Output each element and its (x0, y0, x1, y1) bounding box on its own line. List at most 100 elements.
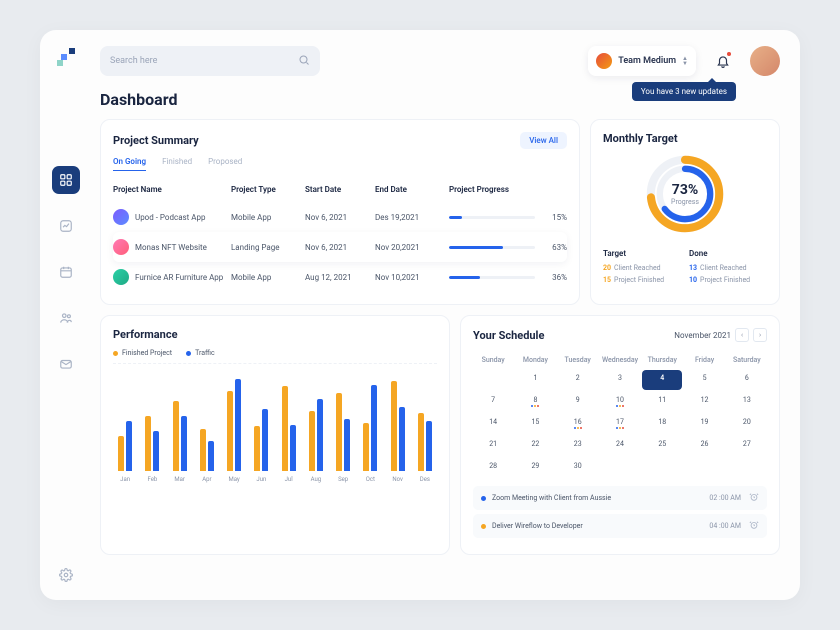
calendar-day[interactable]: 19 (684, 414, 724, 434)
calendar-day[interactable]: 1 (515, 370, 555, 390)
bar-label: Apr (202, 476, 211, 483)
calendar-day[interactable]: 26 (684, 436, 724, 456)
bar (344, 419, 350, 471)
search-input[interactable]: Search here (100, 46, 320, 76)
calendar-day[interactable]: 17 (600, 414, 640, 434)
performance-card: Performance Finished ProjectTraffic JanF… (100, 315, 450, 555)
col-progress: Project Progress (449, 185, 567, 194)
calendar-day[interactable]: 29 (515, 458, 555, 478)
project-start: Nov 6, 2021 (305, 213, 375, 222)
nav-team[interactable] (52, 304, 80, 332)
project-name: Furnice AR Furniture App (135, 273, 223, 282)
nav-settings[interactable] (59, 567, 73, 586)
user-avatar[interactable] (750, 46, 780, 76)
bar-label: Jun (256, 476, 266, 483)
progress-bar (449, 276, 535, 279)
alarm-icon[interactable] (749, 520, 759, 532)
table-row[interactable]: Upod - Podcast AppMobile AppNov 6, 2021D… (113, 202, 567, 232)
view-all-button[interactable]: View All (520, 132, 567, 149)
calendar-day[interactable]: 11 (642, 392, 682, 412)
performance-title: Performance (113, 328, 437, 341)
table-row[interactable]: Monas NFT WebsiteLanding PageNov 6, 2021… (113, 232, 567, 262)
schedule-month: November 2021 (674, 331, 731, 340)
app-frame: Search here Team Medium ▲▼ You have 3 ne… (40, 30, 800, 600)
calendar-day[interactable]: 13 (727, 392, 767, 412)
next-month-button[interactable]: › (753, 328, 767, 342)
bar-label: Mar (174, 476, 185, 483)
calendar-day[interactable]: 27 (727, 436, 767, 456)
bar-group: Sep (331, 371, 355, 483)
calendar-day[interactable]: 14 (473, 414, 513, 434)
bar (181, 416, 187, 471)
legend-item: Traffic (186, 349, 215, 357)
calendar-day[interactable]: 22 (515, 436, 555, 456)
calendar-day[interactable]: 16 (558, 414, 598, 434)
table-row[interactable]: Furnice AR Furniture AppMobile AppAug 12… (113, 262, 567, 292)
calendar-day[interactable]: 20 (727, 414, 767, 434)
alarm-icon[interactable] (749, 492, 759, 504)
team-selector[interactable]: Team Medium ▲▼ (588, 46, 696, 76)
nav-calendar[interactable] (52, 258, 80, 286)
project-end: Nov 10,2021 (375, 273, 449, 282)
calendar-day[interactable]: 25 (642, 436, 682, 456)
calendar-day[interactable]: 10 (600, 392, 640, 412)
tab-proposed[interactable]: Proposed (208, 157, 242, 171)
summary-rows: Upod - Podcast AppMobile AppNov 6, 2021D… (113, 202, 567, 292)
sidebar (40, 30, 92, 600)
calendar-day[interactable]: 30 (558, 458, 598, 478)
bar (418, 413, 424, 471)
calendar-day[interactable]: 8 (515, 392, 555, 412)
project-start: Aug 12, 2021 (305, 273, 375, 282)
calendar-day[interactable]: 5 (684, 370, 724, 390)
calendar-day[interactable]: 7 (473, 392, 513, 412)
calendar-day[interactable]: 24 (600, 436, 640, 456)
nav-dashboard[interactable] (52, 166, 80, 194)
calendar-day[interactable]: 9 (558, 392, 598, 412)
logo (57, 48, 75, 66)
calendar-day (473, 370, 513, 390)
tab-finished[interactable]: Finished (162, 157, 192, 171)
event-title: Zoom Meeting with Client from Aussie (492, 494, 709, 502)
bar-group: Jan (113, 371, 137, 483)
team-avatar (596, 53, 612, 69)
bar-label: Oct (366, 476, 375, 483)
col-project-name: Project Name (113, 185, 231, 194)
notifications-button[interactable] (708, 46, 738, 76)
calendar-day[interactable]: 18 (642, 414, 682, 434)
project-name: Monas NFT Website (135, 243, 207, 252)
calendar-day[interactable]: 12 (684, 392, 724, 412)
event-item[interactable]: Deliver Wireflow to Developer04 :00 AM (473, 514, 767, 538)
calendar-day[interactable]: 21 (473, 436, 513, 456)
calendar-day[interactable]: 6 (727, 370, 767, 390)
bar-group: Nov (386, 371, 410, 483)
bar-label: Des (420, 476, 430, 483)
progress-percent: 63% (543, 243, 567, 252)
bar-group: Aug (304, 371, 328, 483)
calendar-day[interactable]: 23 (558, 436, 598, 456)
nav-list (52, 166, 80, 378)
bar (126, 421, 132, 471)
calendar-day[interactable]: 28 (473, 458, 513, 478)
bar (309, 411, 315, 471)
calendar-day[interactable]: 2 (558, 370, 598, 390)
bar-group: Apr (195, 371, 219, 483)
nav-mail[interactable] (52, 350, 80, 378)
bar-label: Aug (311, 476, 322, 483)
bar (235, 379, 241, 471)
calendar-day[interactable]: 4 (642, 370, 682, 390)
monthly-target-card: Monthly Target 73% Progress (590, 119, 780, 305)
target-stat: 20Client Reached (603, 264, 681, 272)
bar-group: Oct (358, 371, 382, 483)
nav-analytics[interactable] (52, 212, 80, 240)
bar-group: Jun (249, 371, 273, 483)
notification-tooltip: You have 3 new updates (632, 82, 736, 101)
target-donut: 73% Progress (640, 149, 730, 239)
event-time: 02 :00 AM (709, 494, 741, 502)
project-end: Des 19,2021 (375, 213, 449, 222)
project-icon (113, 269, 129, 285)
calendar-day[interactable]: 3 (600, 370, 640, 390)
event-item[interactable]: Zoom Meeting with Client from Aussie02 :… (473, 486, 767, 510)
calendar-day[interactable]: 15 (515, 414, 555, 434)
prev-month-button[interactable]: ‹ (735, 328, 749, 342)
tab-on-going[interactable]: On Going (113, 157, 146, 171)
